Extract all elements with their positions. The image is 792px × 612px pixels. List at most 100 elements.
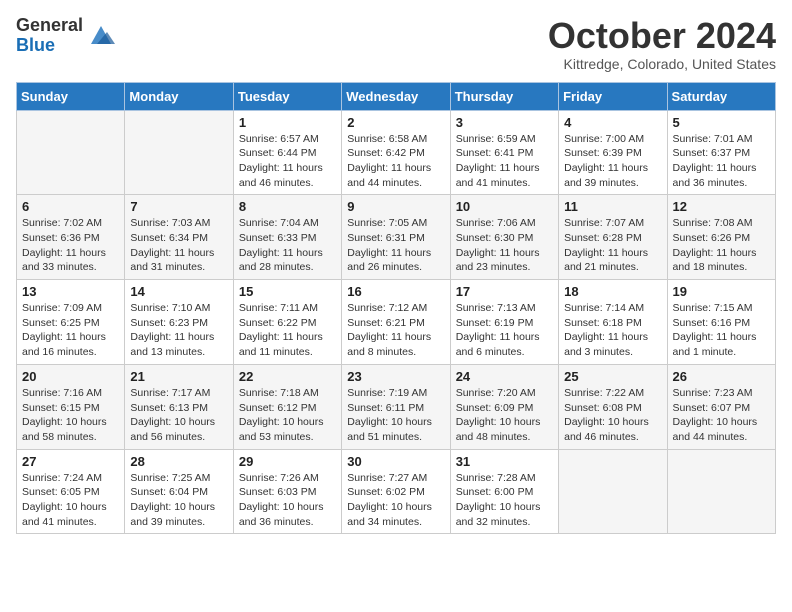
calendar-cell: 18Sunrise: 7:14 AM Sunset: 6:18 PM Dayli… bbox=[559, 280, 667, 365]
calendar-header-monday: Monday bbox=[125, 82, 233, 110]
day-info: Sunrise: 7:07 AM Sunset: 6:28 PM Dayligh… bbox=[564, 216, 661, 275]
calendar-cell: 29Sunrise: 7:26 AM Sunset: 6:03 PM Dayli… bbox=[233, 449, 341, 534]
day-number: 26 bbox=[673, 369, 770, 384]
title-block: October 2024 Kittredge, Colorado, United… bbox=[548, 16, 776, 72]
day-number: 15 bbox=[239, 284, 336, 299]
calendar-cell: 30Sunrise: 7:27 AM Sunset: 6:02 PM Dayli… bbox=[342, 449, 450, 534]
day-info: Sunrise: 7:00 AM Sunset: 6:39 PM Dayligh… bbox=[564, 132, 661, 191]
calendar-cell: 3 Sunrise: 6:59 AM Sunset: 6:41 PM Daylig… bbox=[450, 110, 558, 195]
day-number: 16 bbox=[347, 284, 444, 299]
day-number: 24 bbox=[456, 369, 553, 384]
calendar-cell: 11 Sunrise: 7:07 AM Sunset: 6:28 PM Dayli… bbox=[559, 195, 667, 280]
calendar-cell: 23 Sunrise: 7:19 AM Sunset: 6:11 PM Dayli… bbox=[342, 364, 450, 449]
calendar-week-row: 20 Sunrise: 7:16 AM Sunset: 6:15 PM Dayli… bbox=[17, 364, 776, 449]
logo-icon bbox=[87, 22, 115, 50]
day-number: 13 bbox=[22, 284, 119, 299]
calendar-cell: 6Sunrise: 7:02 AM Sunset: 6:36 PM Daylig… bbox=[17, 195, 125, 280]
day-number: 27 bbox=[22, 454, 119, 469]
calendar-cell bbox=[125, 110, 233, 195]
location: Kittredge, Colorado, United States bbox=[548, 56, 776, 72]
day-number: 3 bbox=[456, 115, 553, 130]
day-number: 25 bbox=[564, 369, 661, 384]
day-info: Sunrise: 6:57 AM Sunset: 6:44 PM Dayligh… bbox=[239, 132, 336, 191]
calendar-cell: 14 Sunrise: 7:10 AM Sunset: 6:23 PM Dayli… bbox=[125, 280, 233, 365]
calendar-cell: 27 Sunrise: 7:24 AM Sunset: 6:05 PM Dayli… bbox=[17, 449, 125, 534]
logo-blue: Blue bbox=[16, 36, 83, 56]
calendar-header-thursday: Thursday bbox=[450, 82, 558, 110]
day-info: Sunrise: 7:09 AM Sunset: 6:25 PM Dayligh… bbox=[22, 301, 119, 360]
day-number: 14 bbox=[130, 284, 227, 299]
calendar-cell: 7 Sunrise: 7:03 AM Sunset: 6:34 PM Daylig… bbox=[125, 195, 233, 280]
day-number: 10 bbox=[456, 199, 553, 214]
day-number: 19 bbox=[673, 284, 770, 299]
calendar-cell: 22 Sunrise: 7:18 AM Sunset: 6:12 PM Dayli… bbox=[233, 364, 341, 449]
day-number: 21 bbox=[130, 369, 227, 384]
day-info: Sunrise: 7:08 AM Sunset: 6:26 PM Dayligh… bbox=[673, 216, 770, 275]
day-info: Sunrise: 7:17 AM Sunset: 6:13 PM Dayligh… bbox=[130, 386, 227, 445]
day-number: 23 bbox=[347, 369, 444, 384]
calendar-cell: 19 Sunrise: 7:15 AM Sunset: 6:16 PM Dayli… bbox=[667, 280, 775, 365]
day-info: Sunrise: 6:58 AM Sunset: 6:42 PM Dayligh… bbox=[347, 132, 444, 191]
day-number: 20 bbox=[22, 369, 119, 384]
calendar-cell bbox=[559, 449, 667, 534]
logo: General Blue bbox=[16, 16, 115, 56]
calendar-week-row: 13 Sunrise: 7:09 AM Sunset: 6:25 PM Dayli… bbox=[17, 280, 776, 365]
day-number: 5 bbox=[673, 115, 770, 130]
calendar-cell: 15 Sunrise: 7:11 AM Sunset: 6:22 PM Dayli… bbox=[233, 280, 341, 365]
day-info: Sunrise: 7:16 AM Sunset: 6:15 PM Dayligh… bbox=[22, 386, 119, 445]
day-number: 22 bbox=[239, 369, 336, 384]
logo-text: General Blue bbox=[16, 16, 83, 56]
day-number: 12 bbox=[673, 199, 770, 214]
calendar-cell: 13 Sunrise: 7:09 AM Sunset: 6:25 PM Dayli… bbox=[17, 280, 125, 365]
day-info: Sunrise: 7:22 AM Sunset: 6:08 PM Dayligh… bbox=[564, 386, 661, 445]
day-number: 7 bbox=[130, 199, 227, 214]
day-number: 28 bbox=[130, 454, 227, 469]
calendar-cell: 4 Sunrise: 7:00 AM Sunset: 6:39 PM Daylig… bbox=[559, 110, 667, 195]
day-number: 6 bbox=[22, 199, 119, 214]
calendar-week-row: 6Sunrise: 7:02 AM Sunset: 6:36 PM Daylig… bbox=[17, 195, 776, 280]
calendar-cell: 21 Sunrise: 7:17 AM Sunset: 6:13 PM Dayli… bbox=[125, 364, 233, 449]
day-number: 9 bbox=[347, 199, 444, 214]
calendar-header-tuesday: Tuesday bbox=[233, 82, 341, 110]
day-number: 17 bbox=[456, 284, 553, 299]
calendar-table: SundayMondayTuesdayWednesdayThursdayFrid… bbox=[16, 82, 776, 535]
calendar-cell: 28 Sunrise: 7:25 AM Sunset: 6:04 PM Dayli… bbox=[125, 449, 233, 534]
logo-general: General bbox=[16, 16, 83, 36]
calendar-cell: 10Sunrise: 7:06 AM Sunset: 6:30 PM Dayli… bbox=[450, 195, 558, 280]
calendar-cell: 17 Sunrise: 7:13 AM Sunset: 6:19 PM Dayli… bbox=[450, 280, 558, 365]
day-info: Sunrise: 7:23 AM Sunset: 6:07 PM Dayligh… bbox=[673, 386, 770, 445]
calendar-cell: 16 Sunrise: 7:12 AM Sunset: 6:21 PM Dayli… bbox=[342, 280, 450, 365]
calendar-cell: 12 Sunrise: 7:08 AM Sunset: 6:26 PM Dayli… bbox=[667, 195, 775, 280]
day-info: Sunrise: 7:03 AM Sunset: 6:34 PM Dayligh… bbox=[130, 216, 227, 275]
calendar-header-friday: Friday bbox=[559, 82, 667, 110]
day-info: Sunrise: 7:19 AM Sunset: 6:11 PM Dayligh… bbox=[347, 386, 444, 445]
calendar-week-row: 27 Sunrise: 7:24 AM Sunset: 6:05 PM Dayli… bbox=[17, 449, 776, 534]
calendar-header-row: SundayMondayTuesdayWednesdayThursdayFrid… bbox=[17, 82, 776, 110]
day-number: 29 bbox=[239, 454, 336, 469]
day-info: Sunrise: 7:28 AM Sunset: 6:00 PM Dayligh… bbox=[456, 471, 553, 530]
header: General Blue October 2024 Kittredge, Col… bbox=[16, 16, 776, 72]
day-number: 1 bbox=[239, 115, 336, 130]
day-info: Sunrise: 7:15 AM Sunset: 6:16 PM Dayligh… bbox=[673, 301, 770, 360]
calendar-week-row: 1 Sunrise: 6:57 AM Sunset: 6:44 PM Daylig… bbox=[17, 110, 776, 195]
day-info: Sunrise: 7:13 AM Sunset: 6:19 PM Dayligh… bbox=[456, 301, 553, 360]
calendar-cell bbox=[17, 110, 125, 195]
day-info: Sunrise: 7:10 AM Sunset: 6:23 PM Dayligh… bbox=[130, 301, 227, 360]
day-info: Sunrise: 7:11 AM Sunset: 6:22 PM Dayligh… bbox=[239, 301, 336, 360]
day-info: Sunrise: 7:12 AM Sunset: 6:21 PM Dayligh… bbox=[347, 301, 444, 360]
day-info: Sunrise: 7:01 AM Sunset: 6:37 PM Dayligh… bbox=[673, 132, 770, 191]
day-info: Sunrise: 7:27 AM Sunset: 6:02 PM Dayligh… bbox=[347, 471, 444, 530]
day-number: 8 bbox=[239, 199, 336, 214]
day-number: 4 bbox=[564, 115, 661, 130]
calendar-cell: 24Sunrise: 7:20 AM Sunset: 6:09 PM Dayli… bbox=[450, 364, 558, 449]
calendar-cell: 1 Sunrise: 6:57 AM Sunset: 6:44 PM Daylig… bbox=[233, 110, 341, 195]
calendar-header-sunday: Sunday bbox=[17, 82, 125, 110]
day-info: Sunrise: 7:24 AM Sunset: 6:05 PM Dayligh… bbox=[22, 471, 119, 530]
day-info: Sunrise: 7:25 AM Sunset: 6:04 PM Dayligh… bbox=[130, 471, 227, 530]
day-info: Sunrise: 7:18 AM Sunset: 6:12 PM Dayligh… bbox=[239, 386, 336, 445]
calendar-cell: 31Sunrise: 7:28 AM Sunset: 6:00 PM Dayli… bbox=[450, 449, 558, 534]
day-number: 11 bbox=[564, 199, 661, 214]
day-info: Sunrise: 7:14 AM Sunset: 6:18 PM Dayligh… bbox=[564, 301, 661, 360]
day-info: Sunrise: 6:59 AM Sunset: 6:41 PM Dayligh… bbox=[456, 132, 553, 191]
day-number: 2 bbox=[347, 115, 444, 130]
